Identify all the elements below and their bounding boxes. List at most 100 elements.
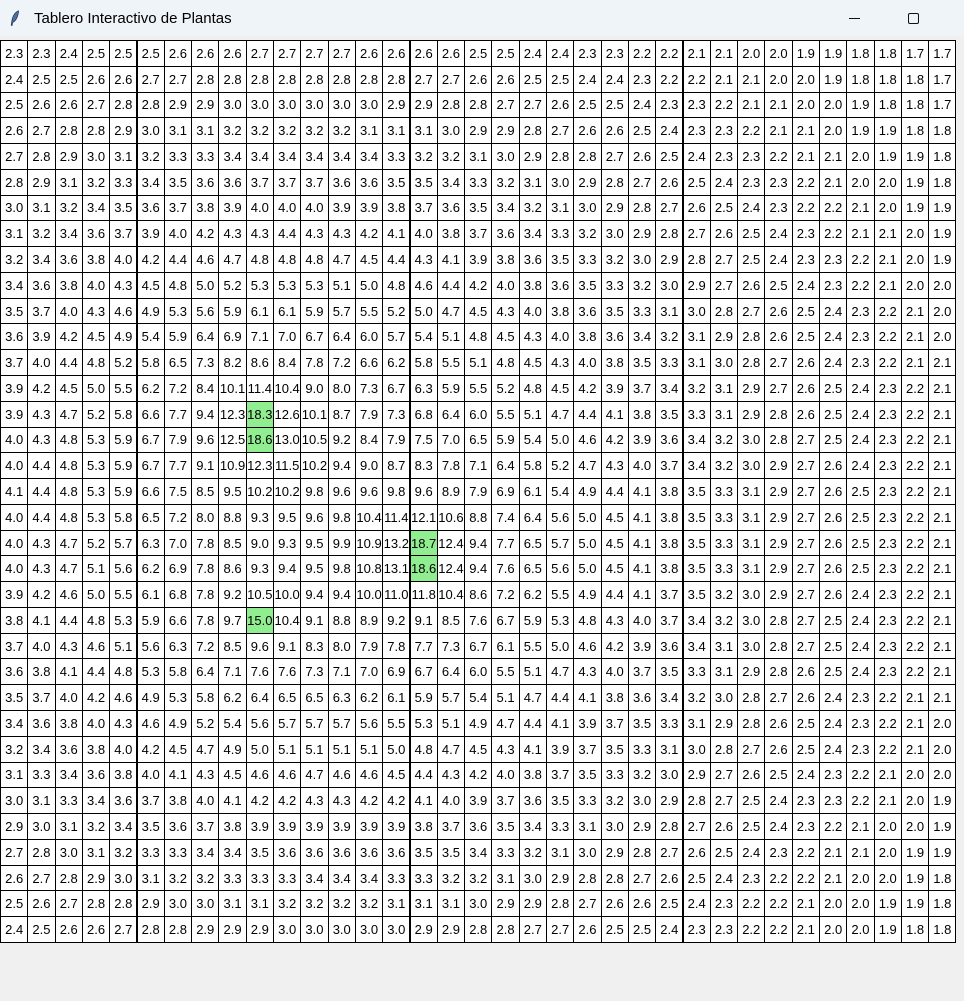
grid-cell[interactable]: 4.9 xyxy=(218,735,247,763)
grid-cell[interactable]: 2.2 xyxy=(900,426,930,454)
grid-cell[interactable]: 3.0 xyxy=(573,838,602,866)
grid-cell[interactable]: 4.4 xyxy=(54,606,83,634)
grid-cell[interactable]: 2.3 xyxy=(846,735,875,763)
grid-cell[interactable]: 2.4 xyxy=(846,426,875,454)
grid-cell[interactable]: 3.2 xyxy=(709,452,739,480)
grid-cell[interactable]: 2.2 xyxy=(819,194,848,222)
grid-cell[interactable]: 2.8 xyxy=(764,632,793,660)
grid-cell[interactable]: 5.8 xyxy=(136,349,165,376)
grid-cell[interactable]: 3.7 xyxy=(491,787,520,815)
grid-cell[interactable]: 4.4 xyxy=(409,761,438,789)
grid-cell[interactable]: 3.9 xyxy=(0,400,29,428)
grid-cell[interactable]: 4.3 xyxy=(573,658,602,686)
grid-cell[interactable]: 3.0 xyxy=(655,271,684,299)
grid-cell[interactable]: 2.1 xyxy=(928,375,957,402)
grid-cell[interactable]: 8.6 xyxy=(218,555,247,583)
grid-cell[interactable]: 3.2 xyxy=(0,735,29,763)
grid-cell[interactable]: 2.4 xyxy=(764,220,793,248)
grid-cell[interactable]: 3.5 xyxy=(682,478,711,505)
grid-cell[interactable]: 4.7 xyxy=(491,710,520,737)
grid-cell[interactable]: 2.9 xyxy=(409,91,438,119)
grid-cell[interactable]: 4.9 xyxy=(464,710,493,737)
grid-cell[interactable]: 3.6 xyxy=(354,168,384,196)
grid-cell[interactable]: 2.0 xyxy=(764,65,793,93)
grid-cell[interactable]: 5.4 xyxy=(518,426,547,454)
grid-cell[interactable]: 3.4 xyxy=(218,838,247,866)
grid-cell[interactable]: 4.8 xyxy=(273,246,302,273)
grid-cell[interactable]: 3.3 xyxy=(163,838,193,866)
grid-cell[interactable]: 3.3 xyxy=(409,864,438,892)
grid-cell[interactable]: 2.0 xyxy=(900,787,930,815)
grid-cell[interactable]: 3.0 xyxy=(600,220,629,248)
grid-cell[interactable]: 8.4 xyxy=(354,426,384,454)
grid-cell[interactable]: 3.2 xyxy=(27,220,56,248)
grid-cell[interactable]: 5.0 xyxy=(573,503,602,531)
grid-cell[interactable]: 3.2 xyxy=(54,194,83,222)
grid-cell[interactable]: 3.7 xyxy=(409,194,438,222)
grid-cell[interactable]: 8.0 xyxy=(327,632,356,660)
grid-cell[interactable]: 2.2 xyxy=(791,194,820,222)
grid-cell[interactable]: 2.7 xyxy=(27,864,56,892)
grid-cell[interactable]: 1.8 xyxy=(900,91,930,119)
grid-cell[interactable]: 2.1 xyxy=(846,220,875,248)
grid-cell[interactable]: 2.7 xyxy=(81,91,111,119)
grid-cell[interactable]: 4.3 xyxy=(491,735,520,763)
grid-cell[interactable]: 4.8 xyxy=(81,606,111,634)
grid-cell[interactable]: 2.7 xyxy=(791,632,820,660)
grid-cell[interactable]: 2.6 xyxy=(573,916,602,943)
grid-cell[interactable]: 4.7 xyxy=(300,761,329,789)
grid-cell[interactable]: 2.9 xyxy=(464,117,493,145)
grid-cell[interactable]: 2.4 xyxy=(846,658,875,686)
grid-cell[interactable]: 6.1 xyxy=(491,632,520,660)
grid-cell[interactable]: 9.1 xyxy=(300,606,329,634)
grid-cell[interactable]: 5.8 xyxy=(191,684,220,712)
grid-cell[interactable]: 3.0 xyxy=(436,117,466,145)
grid-cell[interactable]: 6.5 xyxy=(300,684,329,712)
grid-cell[interactable]: 3.1 xyxy=(655,297,684,325)
grid-cell[interactable]: 3.9 xyxy=(245,813,274,840)
grid-cell[interactable]: 2.7 xyxy=(791,555,820,583)
grid-cell[interactable]: 2.7 xyxy=(682,220,711,248)
grid-cell[interactable]: 1.7 xyxy=(928,91,957,119)
grid-cell[interactable]: 5.0 xyxy=(81,375,111,402)
grid-cell[interactable]: 2.0 xyxy=(873,194,902,222)
grid-cell[interactable]: 1.9 xyxy=(900,168,930,196)
grid-cell[interactable]: 2.9 xyxy=(655,246,684,273)
grid-cell[interactable]: 13.1 xyxy=(382,555,411,583)
grid-cell[interactable]: 3.4 xyxy=(0,271,29,299)
grid-cell[interactable]: 2.0 xyxy=(900,813,930,840)
grid-cell[interactable]: 4.5 xyxy=(218,761,247,789)
grid-cell[interactable]: 3.3 xyxy=(627,297,657,325)
grid-cell[interactable]: 11.0 xyxy=(382,581,411,608)
grid-cell[interactable]: 4.0 xyxy=(600,658,629,686)
grid-cell[interactable]: 2.3 xyxy=(737,168,766,196)
grid-cell[interactable]: 5.0 xyxy=(382,735,411,763)
grid-cell[interactable]: 4.9 xyxy=(109,323,138,351)
grid-cell[interactable]: 2.6 xyxy=(546,91,575,119)
grid-cell[interactable]: 7.7 xyxy=(409,632,438,660)
grid-cell[interactable]: 4.0 xyxy=(0,452,29,480)
grid-cell[interactable]: 5.1 xyxy=(327,735,356,763)
grid-cell[interactable]: 3.5 xyxy=(655,658,684,686)
grid-cell[interactable]: 13.2 xyxy=(382,529,411,557)
grid-cell[interactable]: 2.8 xyxy=(546,890,575,918)
grid-cell[interactable]: 3.3 xyxy=(382,143,411,170)
grid-cell[interactable]: 3.4 xyxy=(300,143,329,170)
grid-cell[interactable]: 4.9 xyxy=(136,297,165,325)
grid-cell[interactable]: 2.1 xyxy=(900,710,930,737)
grid-cell[interactable]: 3.7 xyxy=(627,375,657,402)
grid-cell[interactable]: 3.3 xyxy=(464,168,493,196)
grid-cell[interactable]: 4.3 xyxy=(81,297,111,325)
grid-cell[interactable]: 3.3 xyxy=(682,658,711,686)
grid-cell[interactable]: 5.4 xyxy=(218,710,247,737)
grid-cell[interactable]: 7.3 xyxy=(354,375,384,402)
grid-cell[interactable]: 4.8 xyxy=(382,271,411,299)
grid-cell[interactable]: 2.8 xyxy=(136,91,165,119)
grid-cell[interactable]: 3.3 xyxy=(245,864,274,892)
grid-cell[interactable]: 2.2 xyxy=(900,503,930,531)
grid-cell[interactable]: 1.8 xyxy=(846,65,875,93)
grid-cell[interactable]: 2.3 xyxy=(819,787,848,815)
grid-cell[interactable]: 2.3 xyxy=(873,426,902,454)
grid-cell[interactable]: 7.1 xyxy=(218,658,247,686)
grid-cell[interactable]: 6.7 xyxy=(464,632,493,660)
